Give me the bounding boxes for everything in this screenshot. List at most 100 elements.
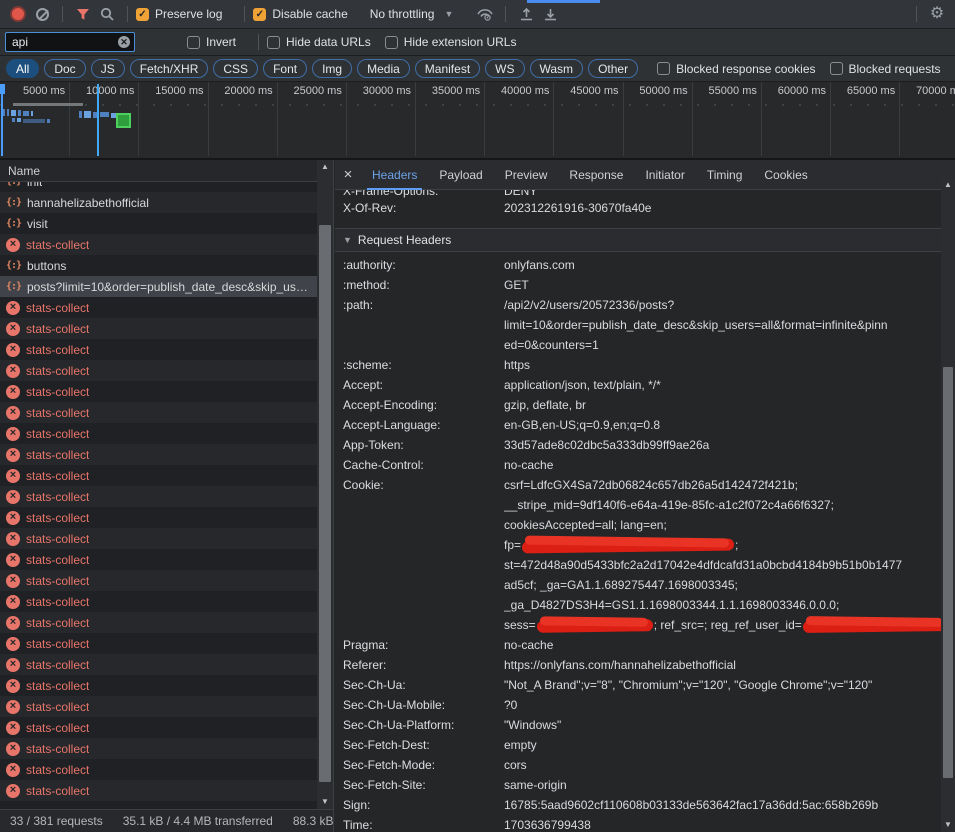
request-row-stats-collect[interactable]: ×stats-collect — [0, 528, 333, 549]
request-row-stats-collect[interactable]: ×stats-collect — [0, 507, 333, 528]
filter-pill-ws[interactable]: WS — [485, 59, 524, 78]
tab-timing[interactable]: Timing — [696, 160, 754, 190]
tab-initiator[interactable]: Initiator — [634, 160, 695, 190]
request-error-icon: × — [6, 448, 20, 462]
tab-cookies[interactable]: Cookies — [753, 160, 818, 190]
filter-pill-all[interactable]: All — [6, 59, 39, 78]
timeline-playhead[interactable] — [97, 84, 99, 156]
section-header-request-headers[interactable]: ▼Request Headers — [335, 228, 941, 252]
tab-headers[interactable]: Headers — [361, 160, 428, 190]
filter-pill-font[interactable]: Font — [263, 59, 307, 78]
filter-pill-fetch-xhr[interactable]: Fetch/XHR — [130, 59, 209, 78]
request-row-stats-collect[interactable]: ×stats-collect — [0, 738, 333, 759]
export-har-button[interactable] — [538, 3, 562, 25]
invert-checkbox[interactable]: Invert — [187, 35, 236, 49]
tab-response[interactable]: Response — [558, 160, 634, 190]
blocked-response-cookies-checkbox[interactable]: Blocked response cookies — [657, 62, 815, 76]
filter-pill-manifest[interactable]: Manifest — [415, 59, 480, 78]
request-row-stats-collect[interactable]: ×stats-collect — [0, 381, 333, 402]
request-list-scrollbar[interactable]: ▲ ▼ — [317, 160, 333, 809]
request-row-stats-collect[interactable]: ×stats-collect — [0, 633, 333, 654]
filter-pill-other[interactable]: Other — [588, 59, 638, 78]
tab-preview[interactable]: Preview — [494, 160, 559, 190]
filter-pill-doc[interactable]: Doc — [44, 59, 85, 78]
request-row-stats-collect[interactable]: ×stats-collect — [0, 570, 333, 591]
redaction-scribble — [537, 619, 653, 633]
request-row-stats-collect[interactable]: ×stats-collect — [0, 297, 333, 318]
hide-data-urls-checkbox[interactable]: Hide data URLs — [267, 35, 371, 49]
filter-toggle-button[interactable] — [71, 3, 95, 25]
request-row-stats-collect[interactable]: ×stats-collect — [0, 696, 333, 717]
header-value-line: https://onlyfans.com/hannahelizabethoffi… — [504, 655, 941, 675]
request-row-visit[interactable]: {:}visit — [0, 213, 333, 234]
network-conditions-icon — [476, 7, 494, 21]
request-row-stats-collect[interactable]: ×stats-collect — [0, 234, 333, 255]
header-row-app-token: App-Token:33d57ade8c02dbc5a333db99ff9ae2… — [335, 435, 941, 455]
filter-pill-img[interactable]: Img — [312, 59, 352, 78]
request-name: stats-collect — [26, 427, 89, 441]
scroll-up-icon[interactable]: ▲ — [317, 160, 333, 174]
scrollbar-thumb[interactable] — [319, 225, 331, 782]
filter-pill-js[interactable]: JS — [91, 59, 125, 78]
clear-filter-icon[interactable]: ✕ — [118, 36, 130, 48]
request-row-stats-collect[interactable]: ×stats-collect — [0, 675, 333, 696]
disable-cache-checkbox[interactable]: ✓ Disable cache — [253, 7, 347, 21]
request-row-stats-collect[interactable]: ×stats-collect — [0, 339, 333, 360]
request-row-stats-collect[interactable]: ×stats-collect — [0, 591, 333, 612]
request-row-stats-collect[interactable]: ×stats-collect — [0, 717, 333, 738]
hide-extension-urls-checkbox[interactable]: Hide extension URLs — [385, 35, 517, 49]
request-row-stats-collect[interactable]: ×stats-collect — [0, 759, 333, 780]
request-row-stats-collect[interactable]: ×stats-collect — [0, 612, 333, 633]
request-row-stats-collect[interactable]: ×stats-collect — [0, 423, 333, 444]
clear-button[interactable] — [30, 3, 54, 25]
name-column-header[interactable]: Name — [0, 160, 333, 182]
close-details-button[interactable]: × — [335, 166, 361, 183]
request-row-stats-collect[interactable]: ×stats-collect — [0, 654, 333, 675]
filter-pill-wasm[interactable]: Wasm — [530, 59, 584, 78]
filter-input[interactable] — [12, 35, 118, 49]
request-row-stats-collect[interactable]: ×stats-collect — [0, 549, 333, 570]
header-name: Referer: — [343, 655, 504, 675]
request-row-stats-collect[interactable]: ×stats-collect — [0, 465, 333, 486]
header-row-method: :method:GET — [335, 275, 941, 295]
tab-payload[interactable]: Payload — [428, 160, 493, 190]
details-tab-bar: × HeadersPayloadPreviewResponseInitiator… — [335, 160, 955, 190]
search-button[interactable] — [95, 3, 119, 25]
request-row-init[interactable]: {:}init — [0, 182, 333, 192]
waterfall-bar — [31, 111, 33, 116]
request-row-posts-limit-10-order-publish-d[interactable]: {:}posts?limit=10&order=publish_date_des… — [0, 276, 333, 297]
request-row-stats-collect[interactable]: ×stats-collect — [0, 360, 333, 381]
request-name: buttons — [27, 259, 66, 273]
filter-pill-css[interactable]: CSS — [213, 59, 258, 78]
request-row-hannahelizabethofficial[interactable]: {:}hannahelizabethofficial — [0, 192, 333, 213]
request-row-stats-collect[interactable]: ×stats-collect — [0, 486, 333, 507]
network-overview-timeline[interactable]: 5000 ms10000 ms15000 ms20000 ms25000 ms3… — [0, 82, 955, 160]
header-row-pragma: Pragma:no-cache — [335, 635, 941, 655]
settings-button[interactable]: ⚙ — [925, 3, 949, 25]
request-name: stats-collect — [26, 679, 89, 693]
header-name: :method: — [343, 275, 504, 295]
waterfall-bar — [12, 118, 15, 122]
network-main-area: Name {:}init{:}hannahelizabethofficial{:… — [0, 160, 955, 832]
headers-content: X-Frame-Options: DENY X-Of-Rev:202312261… — [335, 190, 941, 832]
scroll-down-icon[interactable]: ▼ — [317, 795, 333, 809]
network-conditions-button[interactable] — [473, 3, 497, 25]
request-row-stats-collect[interactable]: ×stats-collect — [0, 318, 333, 339]
request-row-stats-collect[interactable]: ×stats-collect — [0, 444, 333, 465]
request-row-stats-collect[interactable]: ×stats-collect — [0, 780, 333, 801]
waterfall-bar — [7, 109, 9, 116]
throttling-dropdown[interactable]: No throttling ▼ — [370, 7, 454, 21]
scroll-down-icon[interactable]: ▼ — [941, 818, 955, 832]
blocked-requests-checkbox[interactable]: Blocked requests — [830, 62, 941, 76]
filter-pill-media[interactable]: Media — [357, 59, 410, 78]
import-har-button[interactable] — [514, 3, 538, 25]
record-button[interactable] — [6, 3, 30, 25]
request-row-stats-collect[interactable]: ×stats-collect — [0, 402, 333, 423]
header-value: /api2/v2/users/20572336/posts?limit=10&o… — [504, 295, 941, 355]
header-value: same-origin — [504, 775, 941, 795]
preserve-log-checkbox[interactable]: ✓ Preserve log — [136, 7, 222, 21]
request-row-buttons[interactable]: {:}buttons — [0, 255, 333, 276]
scrollbar-thumb[interactable] — [943, 367, 953, 778]
scroll-up-icon[interactable]: ▲ — [941, 178, 955, 192]
details-scrollbar[interactable]: ▲ ▼ — [941, 178, 955, 832]
